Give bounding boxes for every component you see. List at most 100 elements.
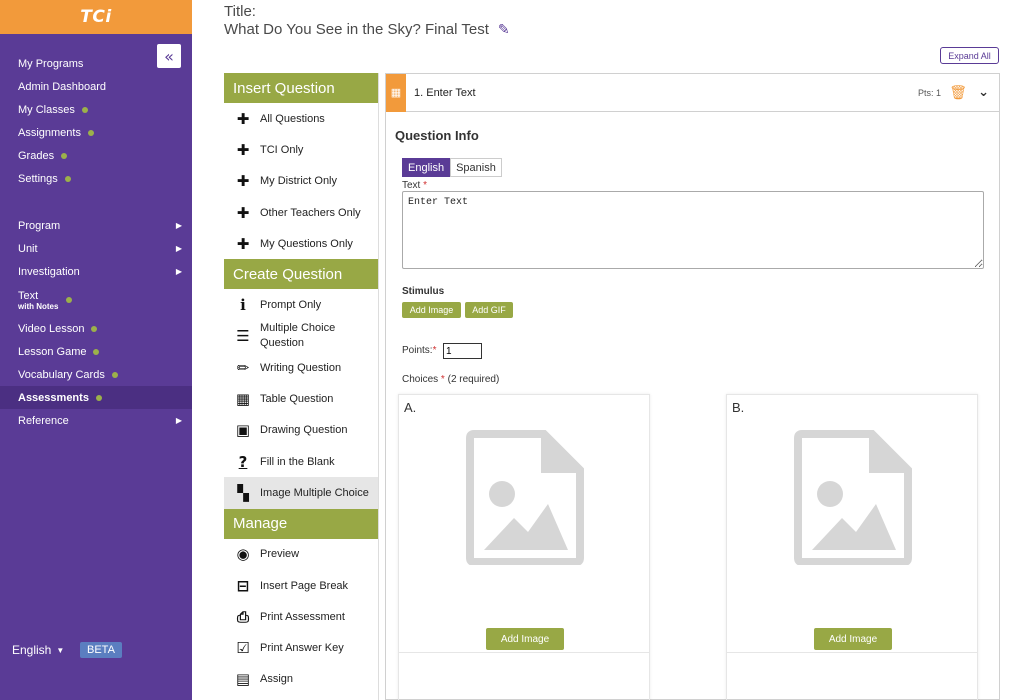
table-icon: ▦ bbox=[235, 390, 251, 409]
item-label: Writing Question bbox=[260, 361, 342, 374]
choice-card-a: A. Add Image bbox=[398, 394, 650, 700]
item-label: Print Assessment bbox=[260, 610, 345, 623]
insert-tci-only[interactable]: ✚ TCI Only bbox=[224, 134, 378, 165]
create-image-multiple-choice[interactable]: ▚ Image Multiple Choice bbox=[224, 477, 378, 509]
language-tabs: English Spanish bbox=[402, 158, 502, 177]
printer-icon: ⎙ bbox=[236, 607, 249, 626]
nav-label: Admin Dashboard bbox=[18, 80, 107, 93]
sidebar-item-vocabulary-cards[interactable]: Vocabulary Cards bbox=[0, 363, 192, 386]
question-text-input[interactable]: Enter Text bbox=[402, 191, 984, 269]
sidebar-item-unit[interactable]: Unit ▶ bbox=[0, 237, 192, 260]
choice-add-image-button[interactable]: Add Image bbox=[486, 628, 564, 650]
nav-label: Lesson Game bbox=[18, 345, 87, 358]
pencil-icon: ✏ bbox=[236, 358, 250, 377]
create-multiple-choice[interactable]: ☰ Multiple Choice Question bbox=[224, 321, 378, 352]
trash-icon[interactable]: 🗑 bbox=[949, 85, 967, 101]
nav-label: Unit bbox=[18, 242, 38, 255]
caret-right-icon: ▶ bbox=[175, 221, 182, 230]
checkbox-icon: ☑ bbox=[236, 639, 250, 658]
status-dot bbox=[66, 297, 73, 303]
choice-letter: A. bbox=[404, 400, 417, 415]
manage-assign[interactable]: ▤ Assign bbox=[224, 664, 378, 695]
manage-insert-page-break[interactable]: ⊟ Insert Page Break bbox=[224, 570, 378, 601]
choice-add-image-button[interactable]: Add Image bbox=[814, 628, 892, 650]
grid-icon: ▚ bbox=[237, 483, 249, 502]
expand-all-button[interactable]: Expand All bbox=[940, 47, 999, 64]
choice-card-b: B. Add Image bbox=[726, 394, 978, 700]
drag-handle[interactable]: ▦ bbox=[386, 73, 406, 112]
sidebar-item-text-with-notes[interactable]: Text with Notes bbox=[0, 283, 192, 317]
sidebar-item-program[interactable]: Program ▶ bbox=[0, 214, 192, 237]
calendar-icon: ▤ bbox=[235, 670, 251, 689]
points-display: Pts: 1 bbox=[917, 87, 941, 98]
item-label: Prompt Only bbox=[260, 299, 322, 312]
question-tools-panel: Insert Question ✚ All Questions ✚ TCI Only… bbox=[224, 73, 379, 700]
add-gif-button[interactable]: Add GIF bbox=[465, 302, 513, 318]
edit-icon[interactable]: ✎ bbox=[498, 22, 510, 38]
nav-label: Assignments bbox=[18, 126, 81, 139]
info-icon: i bbox=[240, 296, 246, 315]
create-drawing-question[interactable]: ▣ Drawing Question bbox=[224, 415, 378, 446]
question-icon: ? bbox=[238, 452, 248, 471]
sidebar-top-nav: My Programs Admin Dashboard My Classes A… bbox=[0, 52, 192, 190]
nav-label-group: Text with Notes bbox=[18, 290, 58, 311]
tab-english[interactable]: English bbox=[402, 158, 451, 177]
manage-print-answer-key[interactable]: ☑ Print Answer Key bbox=[224, 632, 378, 663]
insert-other-teachers-only[interactable]: ✚ Other Teachers Only bbox=[224, 197, 378, 228]
sidebar-item-assignments[interactable]: Assignments bbox=[0, 121, 192, 144]
insert-my-district-only[interactable]: ✚ My District Only bbox=[224, 166, 378, 197]
sidebar-item-investigation[interactable]: Investigation ▶ bbox=[0, 260, 192, 283]
title-row: What Do You See in the Sky? Final Test ✎ bbox=[224, 21, 510, 38]
question-card-header[interactable]: ▦ 1. Enter Text Pts: 1 🗑 ⌄ bbox=[386, 73, 999, 112]
points-input[interactable] bbox=[443, 343, 482, 359]
item-label: Image Multiple Choice bbox=[260, 486, 369, 499]
language-dropdown[interactable]: English ▼ bbox=[12, 643, 64, 657]
sidebar-item-reference[interactable]: Reference ▶ bbox=[0, 409, 192, 432]
tci-logo[interactable]: TCi bbox=[80, 7, 111, 27]
insert-my-questions-only[interactable]: ✚ My Questions Only bbox=[224, 228, 378, 259]
item-label: Other Teachers Only bbox=[260, 206, 361, 219]
question-number-label: 1. Enter Text bbox=[414, 86, 476, 99]
language-label: English bbox=[12, 643, 52, 657]
create-table-question[interactable]: ▦ Table Question bbox=[224, 383, 378, 414]
question-info-title: Question Info bbox=[395, 128, 479, 143]
item-label: TCI Only bbox=[260, 143, 304, 156]
nav-label: Assessments bbox=[18, 391, 89, 404]
required-marker: * bbox=[432, 345, 437, 356]
points-label: Points:* bbox=[402, 345, 436, 356]
create-fill-in-the-blank[interactable]: ? Fill in the Blank bbox=[224, 446, 378, 477]
sidebar-item-my-programs[interactable]: My Programs bbox=[0, 52, 192, 75]
create-prompt-only[interactable]: i Prompt Only bbox=[224, 289, 378, 320]
sidebar-item-my-classes[interactable]: My Classes bbox=[0, 98, 192, 121]
insert-all-questions[interactable]: ✚ All Questions bbox=[224, 103, 378, 134]
points-label-text: Points: bbox=[402, 345, 433, 356]
sidebar-item-grades[interactable]: Grades bbox=[0, 144, 192, 167]
caret-down-icon: ▼ bbox=[56, 645, 65, 655]
sidebar-item-assessments[interactable]: Assessments bbox=[0, 386, 192, 409]
sidebar-item-lesson-game[interactable]: Lesson Game bbox=[0, 340, 192, 363]
item-label: Fill in the Blank bbox=[260, 455, 335, 468]
sidebar-item-settings[interactable]: Settings bbox=[0, 167, 192, 190]
beta-badge: BETA bbox=[80, 642, 122, 658]
nav-label: Settings bbox=[18, 172, 58, 185]
create-writing-question[interactable]: ✏ Writing Question bbox=[224, 352, 378, 383]
chevron-down-icon[interactable]: ⌄ bbox=[978, 85, 989, 100]
sidebar-item-video-lesson[interactable]: Video Lesson bbox=[0, 317, 192, 340]
item-label: Preview bbox=[260, 548, 300, 561]
stimulus-label: Stimulus bbox=[402, 286, 445, 297]
sidebar: TCi « My Programs Admin Dashboard My Cla… bbox=[0, 0, 192, 700]
nav-label: Text bbox=[18, 289, 39, 302]
manage-preview[interactable]: ◉ Preview bbox=[224, 539, 378, 570]
choices-note: (2 required) bbox=[447, 374, 500, 385]
item-label: Multiple Choice Question bbox=[260, 322, 336, 350]
manage-print-assessment[interactable]: ⎙ Print Assessment bbox=[224, 601, 378, 632]
item-label: Print Answer Key bbox=[260, 642, 344, 655]
add-image-button[interactable]: Add Image bbox=[402, 302, 461, 318]
status-dot bbox=[91, 325, 98, 332]
plus-icon: ✚ bbox=[236, 109, 250, 128]
nav-label: Video Lesson bbox=[18, 322, 85, 335]
item-label: All Questions bbox=[260, 112, 325, 125]
sidebar-item-admin-dashboard[interactable]: Admin Dashboard bbox=[0, 75, 192, 98]
tab-spanish[interactable]: Spanish bbox=[450, 158, 502, 177]
required-marker: * bbox=[440, 374, 445, 385]
